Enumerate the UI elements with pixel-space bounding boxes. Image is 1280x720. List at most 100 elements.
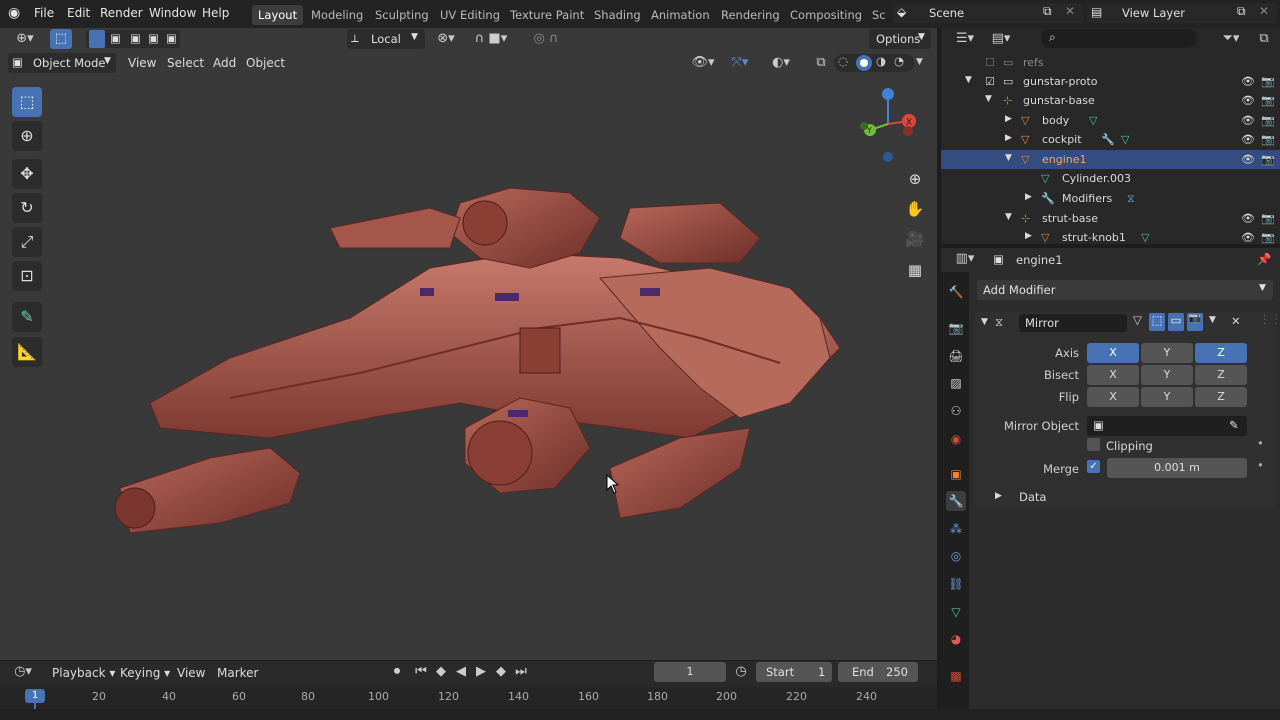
camera-icon[interactable]: 📷 xyxy=(1261,75,1275,88)
expand-arrow-icon[interactable]: ▼ xyxy=(1005,212,1012,222)
perspective-grid-icon[interactable]: ▦ xyxy=(901,256,929,284)
tab-animation[interactable]: Animation xyxy=(645,5,716,25)
flip-z-toggle[interactable]: Z xyxy=(1195,387,1247,407)
menu-playback[interactable]: Playback ▾ xyxy=(52,666,115,680)
outliner-row-modifiers[interactable]: ▶ 🔧 Modifiers ⧖ xyxy=(941,189,1280,208)
subtract-mode-icon[interactable]: ▣ xyxy=(130,31,141,45)
scale-tool-icon[interactable]: ⤢ xyxy=(12,227,42,257)
editor-type-icon[interactable]: ⊕▾ xyxy=(10,29,40,49)
outliner-row-body[interactable]: ▶ ▽ body ▽ 👁 📷 xyxy=(941,111,1280,130)
outliner-row-cockpit[interactable]: ▶ ▽ cockpit 🔧 ▽ 👁 📷 xyxy=(941,130,1280,149)
particles-tab-icon[interactable]: ⁂ xyxy=(946,519,966,539)
playhead-frame[interactable]: 1 xyxy=(25,689,45,703)
snap-icon[interactable]: ∩ ■▾ xyxy=(466,29,516,49)
proportional-edit-icon[interactable]: ◎ ∩ xyxy=(522,29,570,49)
jump-start-icon[interactable]: ⏮ xyxy=(410,662,432,682)
menu-keying[interactable]: Keying ▾ xyxy=(120,666,170,680)
next-keyframe-icon[interactable]: ◆ xyxy=(490,662,512,682)
solid-shading-icon[interactable] xyxy=(856,55,872,71)
world-tab-icon[interactable]: ◉ xyxy=(946,429,966,449)
invert-mode-icon[interactable]: ▣ xyxy=(148,31,159,45)
wireframe-shading-icon[interactable]: ◌ xyxy=(838,54,848,68)
expand-arrow-icon[interactable]: ▼ xyxy=(1005,153,1012,163)
bisect-y-toggle[interactable]: Y xyxy=(1141,365,1193,385)
axis-y-toggle[interactable]: Y xyxy=(1141,343,1193,363)
pan-hand-icon[interactable]: ✋ xyxy=(901,195,929,223)
mirror-object-field[interactable]: ▣ ✎ xyxy=(1087,416,1247,436)
expand-arrow-icon[interactable]: ▶ xyxy=(1025,192,1032,202)
menu-select[interactable]: Select xyxy=(167,56,204,70)
tab-sculpting[interactable]: Sculpting xyxy=(369,5,435,25)
eye-icon[interactable]: 👁 xyxy=(1241,114,1255,127)
spaceship-model[interactable] xyxy=(100,148,860,548)
expand-arrow-icon[interactable]: ▶ xyxy=(995,491,1002,501)
end-frame-field[interactable]: End 250 xyxy=(838,662,918,682)
outliner-editor-icon[interactable]: ☰▾ xyxy=(951,29,979,49)
tab-layout[interactable]: Layout xyxy=(252,5,304,25)
pivot-point-icon[interactable]: ⊗▾ xyxy=(430,29,462,49)
data-tab-icon[interactable]: ▽ xyxy=(946,602,966,622)
expand-arrow-icon[interactable]: ▼ xyxy=(965,75,972,85)
cage-icon[interactable]: ⬚ xyxy=(1149,313,1165,331)
tab-modeling[interactable]: Modeling xyxy=(305,5,369,25)
modifier-name-input[interactable]: Mirror xyxy=(1019,314,1127,332)
menu-view[interactable]: View xyxy=(128,56,156,70)
display-mode-icon[interactable]: ▤▾ xyxy=(987,29,1015,49)
eye-icon[interactable]: 👁 xyxy=(1241,75,1255,88)
jump-end-icon[interactable]: ⏭ xyxy=(510,662,532,682)
expand-arrow-icon[interactable]: ▶ xyxy=(1005,133,1012,143)
keyframe-dot-icon[interactable]: • xyxy=(1257,458,1264,472)
new-collection-icon[interactable]: ⧉ xyxy=(1253,29,1275,49)
checkbox-checked-icon[interactable]: ☑ xyxy=(985,75,995,88)
move-tool-icon[interactable]: ✥ xyxy=(12,159,42,189)
viewport-display-icon[interactable]: ▭ xyxy=(1168,313,1184,331)
scene-tab-icon[interactable]: ⚇ xyxy=(946,401,966,421)
camera-icon[interactable]: 📷 xyxy=(1261,94,1275,107)
start-frame-field[interactable]: Start 1 xyxy=(756,662,832,682)
mode-dropdown[interactable]: ▣ Object Mode ▼ xyxy=(8,53,116,73)
tab-compositing[interactable]: Compositing xyxy=(784,5,868,25)
tab-shading[interactable]: Shading xyxy=(588,5,647,25)
cursor-tool-icon[interactable]: ⊕ xyxy=(12,121,42,151)
options-dropdown[interactable]: Options ▼ xyxy=(869,29,931,49)
menu-render[interactable]: Render xyxy=(100,6,143,20)
checkbox-icon[interactable]: ☐ xyxy=(985,56,995,69)
select-box-tool-icon[interactable]: ⬚ xyxy=(12,87,42,117)
rotate-tool-icon[interactable]: ↻ xyxy=(12,193,42,223)
eye-icon[interactable]: 👁 xyxy=(1241,231,1255,244)
3d-viewport[interactable]: ⊕▾ ⬚ ▣ ▣ ▣ ▣ ⟂ Local ▼ ⊗▾ ∩ ■▾ ◎ ∩ Optio… xyxy=(0,28,937,660)
timeline-editor-icon[interactable]: ◷▾ xyxy=(8,662,38,682)
expand-arrow-icon[interactable]: ▼ xyxy=(981,317,988,327)
material-tab-icon[interactable]: ◕ xyxy=(946,629,966,649)
filter-icon[interactable]: ⏷▾ xyxy=(1217,29,1245,49)
tab-texture-paint[interactable]: Texture Paint xyxy=(504,5,590,25)
new-view-layer-icon[interactable]: ⧉ xyxy=(1237,4,1246,19)
merge-checkbox[interactable]: ✓ xyxy=(1087,460,1100,473)
menu-file[interactable]: File xyxy=(34,6,54,20)
frame-ruler[interactable]: 1 20 40 60 80 100 120 140 160 180 200 22… xyxy=(0,687,937,709)
eye-icon[interactable]: 👁 xyxy=(1241,212,1255,225)
flip-y-toggle[interactable]: Y xyxy=(1141,387,1193,407)
chevron-down-icon[interactable]: ▼ xyxy=(1209,315,1216,325)
constraints-tab-icon[interactable]: ⛓ xyxy=(946,574,966,594)
scene-selector[interactable]: ⬙ Scene ⧉ ✕ xyxy=(893,3,1083,23)
camera-icon[interactable]: 📷 xyxy=(1261,153,1275,166)
transform-tool-icon[interactable]: ⊡ xyxy=(12,261,42,291)
merge-distance-field[interactable]: 0.001 m xyxy=(1107,458,1247,478)
selection-mode-group[interactable]: ▣ ▣ ▣ ▣ xyxy=(86,30,180,48)
outliner-row-refs[interactable]: ☐ ▭ refs xyxy=(941,53,1280,72)
new-scene-icon[interactable]: ⧉ xyxy=(1043,4,1052,19)
blender-logo-icon[interactable]: ◉ xyxy=(8,5,20,21)
view-layer-selector[interactable]: ▤ View Layer ⧉ ✕ xyxy=(1087,3,1277,23)
measure-tool-icon[interactable]: 📐 xyxy=(12,337,42,367)
render-tab-icon[interactable]: 📷 xyxy=(946,318,966,338)
material-shading-icon[interactable]: ◑ xyxy=(876,54,886,68)
tab-rendering[interactable]: Rendering xyxy=(715,5,786,25)
transform-orientation-dropdown[interactable]: ⟂ Local ▼ xyxy=(347,29,425,49)
rendered-shading-icon[interactable]: ◔ xyxy=(894,54,904,68)
axis-z-toggle[interactable]: Z xyxy=(1195,343,1247,363)
menu-edit[interactable]: Edit xyxy=(67,6,90,20)
tab-uv-editing[interactable]: UV Editing xyxy=(434,5,506,25)
flip-x-toggle[interactable]: X xyxy=(1087,387,1139,407)
visibility-icon[interactable]: 👁▾ xyxy=(688,53,718,73)
